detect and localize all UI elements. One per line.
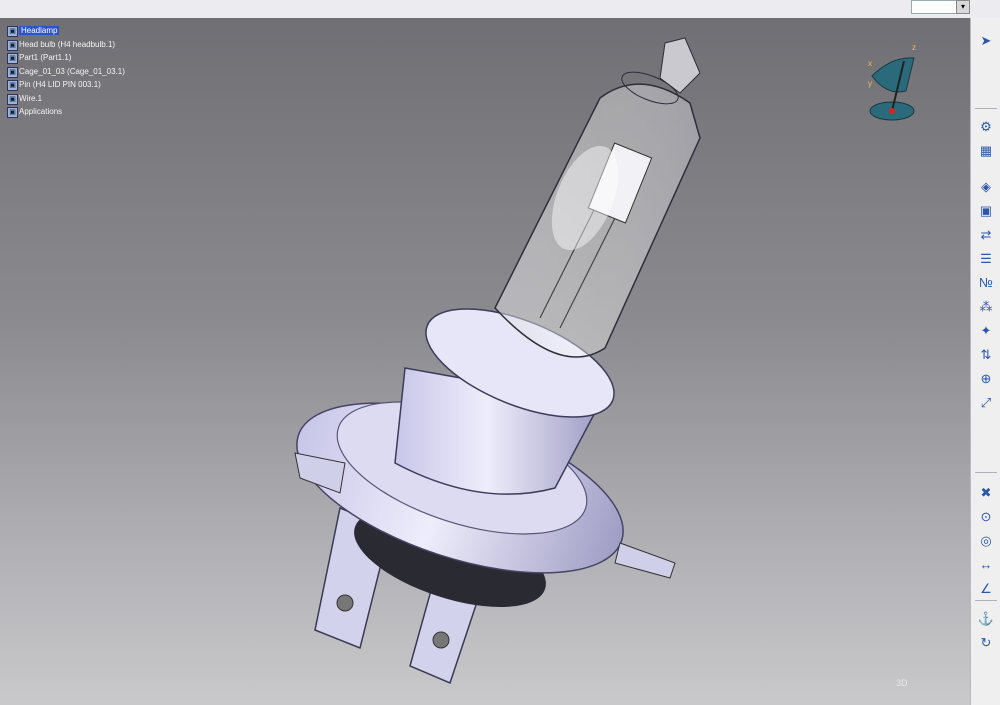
tree-node[interactable]: ▣ Wire.1 [5,92,125,106]
tree-node-root[interactable]: ▣ Headlamp [5,24,125,38]
part-icon[interactable]: ◈ [976,178,996,196]
tree-node[interactable]: ▣ Pin (H4 LID PIN 003.1) [5,78,125,92]
product-icon[interactable]: ▦ [976,142,996,160]
graph-tree-icon[interactable]: ☰ [976,250,996,268]
offset-constraint-icon[interactable]: ↔ [976,556,996,574]
glass-capsule [494,37,701,358]
wire-icon: ▣ [7,93,18,105]
update-icon[interactable]: ↻ [976,634,996,652]
headlamp-bulb-model[interactable] [0,18,970,705]
compass-icon[interactable]: x y z [862,36,922,126]
reorder-icon[interactable]: ⇅ [976,346,996,364]
zoom-field[interactable] [911,0,957,14]
select-icon[interactable]: ➤ [976,32,996,50]
compass-y-label: y [868,79,872,88]
toolbar-separator [975,472,997,473]
fix-icon[interactable]: ⚓ [976,610,996,628]
applications-icon: ▣ [7,107,18,118]
tree-node[interactable]: ▣ Head bulb (H4 headbulb.1) [5,38,125,52]
contact-constraint-icon[interactable]: ◎ [976,532,996,550]
specification-tree[interactable]: ▣ Headlamp ▣ Head bulb (H4 headbulb.1) ▣… [5,24,125,119]
toolbar-separator [975,108,997,109]
coincidence-constraint-icon[interactable]: ⊙ [976,508,996,526]
snap-icon[interactable]: ⊕ [976,370,996,388]
part-icon: ▣ [7,39,18,51]
generate-numbering-icon[interactable]: № [976,274,996,292]
assembly-icon[interactable]: ⚙ [976,118,996,136]
angle-constraint-icon[interactable]: ∠ [976,580,996,598]
right-toolbar: ➤ ⚙ ▦ ◈ ▣ ⇄ ☰ № ⁂ ✦ ⇅ ⊕ ⤢ ✖ ⊙ ◎ ↔ ∠ ⚓ ↻ [970,18,1000,705]
tree-node[interactable]: ▣ Cage_01_03 (Cage_01_03.1) [5,65,125,79]
tree-node-applications[interactable]: ▣ Applications [5,105,125,119]
part-icon: ▣ [7,80,18,91]
replace-icon[interactable]: ⇄ [976,226,996,244]
multi-instantiation-icon[interactable]: ⁂ [976,298,996,316]
3d-viewport[interactable]: ▣ Headlamp ▣ Head bulb (H4 headbulb.1) ▣… [0,18,970,705]
axis-indicator-label: 3D [896,678,908,688]
compass-z-label: z [912,43,916,52]
part-icon: ▣ [7,53,18,64]
product-icon: ▣ [7,26,18,37]
tree-node[interactable]: ▣ Part1 (Part1.1) [5,51,125,65]
compass-x-label: x [868,59,872,68]
part-icon: ▣ [7,66,18,78]
fast-multi-instantiation-icon[interactable]: ✦ [976,322,996,340]
zoom-dropdown-arrow[interactable]: ▾ [956,0,970,14]
explode-icon[interactable]: ⤢ [976,394,996,412]
existing-component-icon[interactable]: ▣ [976,202,996,220]
clash-icon[interactable]: ✖ [976,484,996,502]
toolbar-separator [975,600,997,601]
title-bar: ▾ [0,0,1000,19]
